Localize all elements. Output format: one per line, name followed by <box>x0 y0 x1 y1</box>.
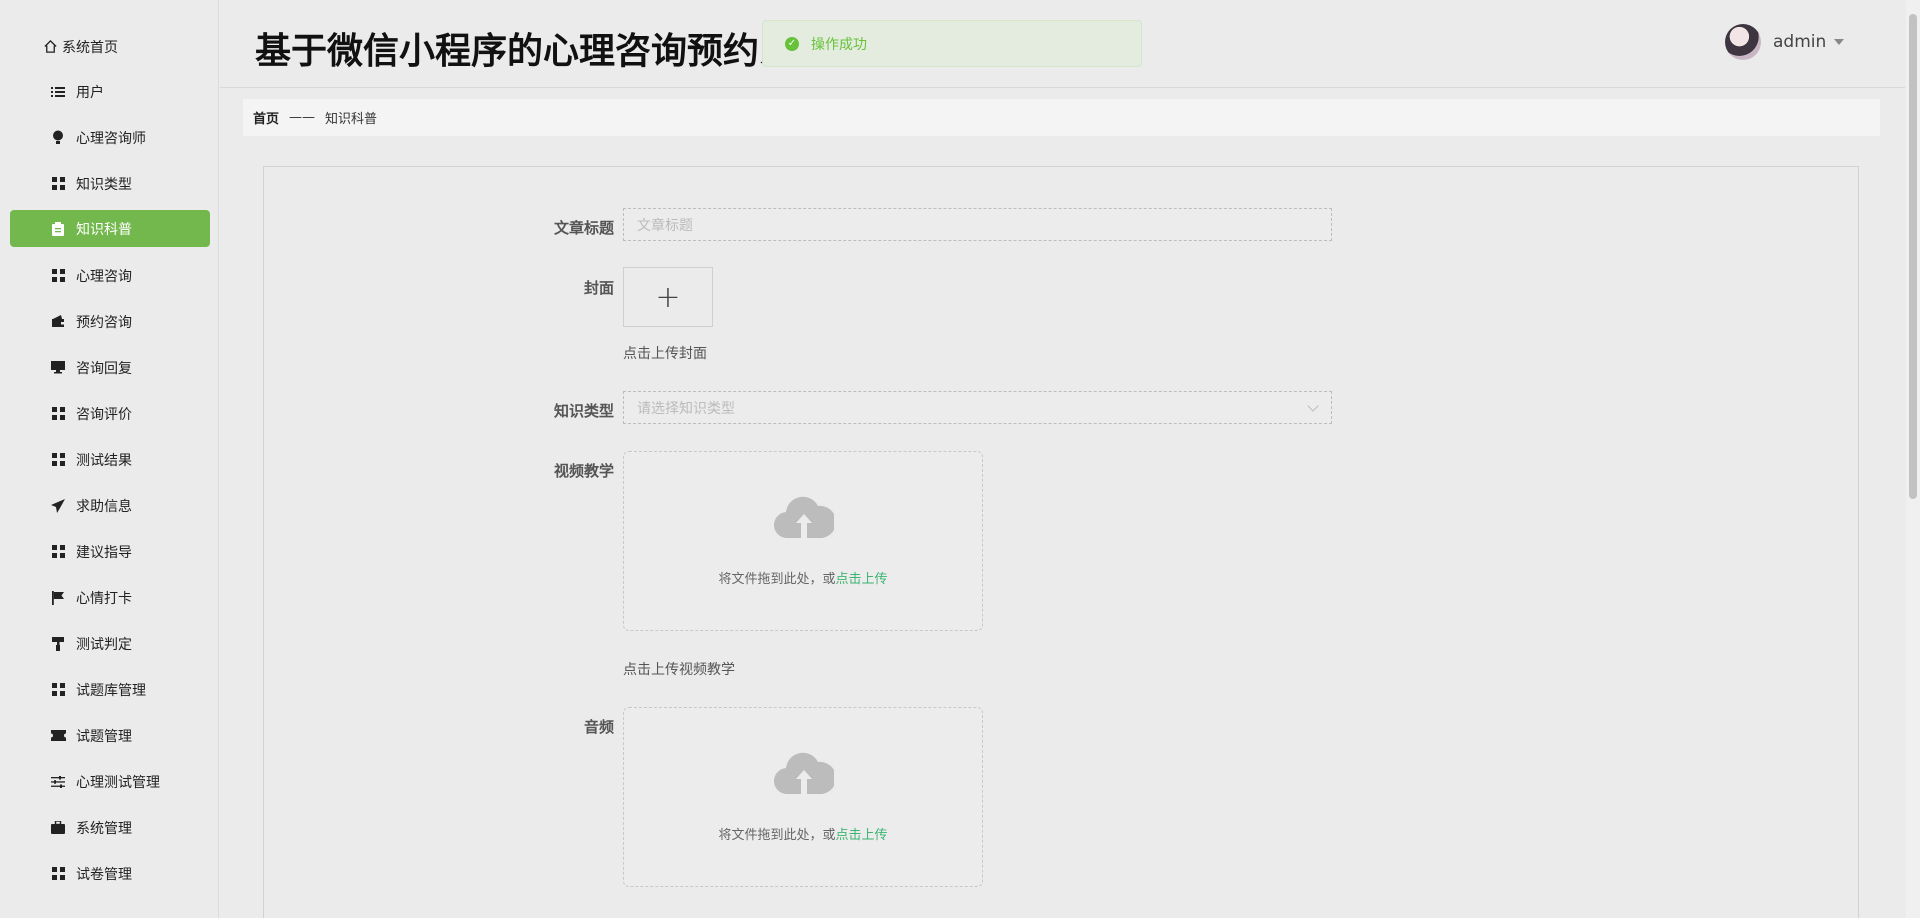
sidebar-item-label: 心理咨询 <box>76 268 132 285</box>
sidebar-item-label: 心理咨询师 <box>76 130 146 147</box>
cloud-upload-icon <box>774 752 834 795</box>
sidebar-item-judgement[interactable]: 测试判定 <box>10 625 210 662</box>
success-toast: ✓ 操作成功 <box>762 20 1142 67</box>
sidebar-item-label: 系统首页 <box>62 39 118 56</box>
sidebar-item-label: 心理测试管理 <box>76 774 160 791</box>
page-scrollbar[interactable] <box>1906 0 1920 918</box>
sidebar-item-label: 测试判定 <box>76 636 132 653</box>
wallet-icon <box>50 314 66 330</box>
sidebar: 系统首页 用户 心理咨询师 知识类型 知识科普 心理咨询 预约咨询 咨询回复 咨… <box>0 0 219 918</box>
sidebar-item-users[interactable]: 用户 <box>10 73 210 110</box>
sidebar-item-knowledge-type[interactable]: 知识类型 <box>10 165 210 202</box>
flag-icon <box>50 590 66 606</box>
clipboard-icon <box>50 221 66 237</box>
cover-upload-button[interactable]: + <box>623 267 713 327</box>
sidebar-item-psych-test[interactable]: 心理测试管理 <box>10 763 210 800</box>
sidebar-item-help[interactable]: 求助信息 <box>10 487 210 524</box>
send-icon <box>50 498 66 514</box>
dropzone-text: 将文件拖到此处，或点击上传 <box>624 824 982 843</box>
video-upload-link[interactable]: 点击上传 <box>836 572 888 587</box>
top-header: 基于微信小程序的心理咨询预约系统 ✓ 操作成功 admin <box>220 0 1905 88</box>
sidebar-item-label: 咨询回复 <box>76 360 132 377</box>
audio-dropzone[interactable]: 将文件拖到此处，或点击上传 <box>623 707 983 887</box>
sidebar-item-label: 预约咨询 <box>76 314 132 331</box>
dropzone-instruction: 将文件拖到此处，或 <box>718 572 836 587</box>
video-label: 视频教学 <box>553 462 614 480</box>
sliders-icon <box>50 774 66 790</box>
page-title: 基于微信小程序的心理咨询预约系统 <box>255 31 795 72</box>
sidebar-item-mood[interactable]: 心情打卡 <box>10 579 210 616</box>
sidebar-item-label: 心情打卡 <box>76 590 132 607</box>
sidebar-item-knowledge-science[interactable]: 知识科普 <box>10 210 210 247</box>
grid-icon <box>50 544 66 560</box>
sidebar-item-suggestion[interactable]: 建议指导 <box>10 533 210 570</box>
title-label: 文章标题 <box>553 219 614 237</box>
video-dropzone[interactable]: 将文件拖到此处，或点击上传 <box>623 451 983 631</box>
cover-hint: 点击上传封面 <box>623 346 707 362</box>
toast-message: 操作成功 <box>811 36 867 53</box>
sidebar-item-system[interactable]: 系统管理 <box>10 809 210 846</box>
dropzone-instruction: 将文件拖到此处，或 <box>718 828 836 843</box>
avatar[interactable] <box>1725 24 1761 60</box>
list-icon <box>50 84 66 100</box>
scrollbar-thumb[interactable] <box>1909 14 1917 499</box>
audio-upload-link[interactable]: 点击上传 <box>836 828 888 843</box>
knowledge-type-select[interactable]: 请选择知识类型 <box>623 391 1332 424</box>
briefcase-icon <box>50 820 66 836</box>
sidebar-item-reply[interactable]: 咨询回复 <box>10 349 210 386</box>
sidebar-item-label: 知识科普 <box>76 221 132 238</box>
sidebar-item-appointment[interactable]: 预约咨询 <box>10 303 210 340</box>
chevron-down-icon <box>1307 400 1319 412</box>
grid-icon <box>50 176 66 192</box>
form-panel <box>263 166 1859 918</box>
sidebar-item-evaluation[interactable]: 咨询评价 <box>10 395 210 432</box>
grid-icon <box>50 866 66 882</box>
paint-roller-icon <box>50 636 66 652</box>
type-label: 知识类型 <box>553 402 614 420</box>
breadcrumb-current: 知识科普 <box>325 112 378 127</box>
sidebar-item-label: 测试结果 <box>76 452 132 469</box>
sidebar-item-label: 试题管理 <box>76 728 132 745</box>
title-input[interactable]: 文章标题 <box>623 208 1332 241</box>
ticket-icon <box>50 728 66 744</box>
grid-icon <box>50 682 66 698</box>
video-hint: 点击上传视频教学 <box>623 662 735 678</box>
sidebar-item-test-result[interactable]: 测试结果 <box>10 441 210 478</box>
breadcrumb: 首页 —— 知识科普 <box>243 99 1880 136</box>
sidebar-item-label: 知识类型 <box>76 176 132 193</box>
user-menu[interactable]: admin <box>1725 24 1845 60</box>
sidebar-item-label: 用户 <box>76 84 104 101</box>
grid-icon <box>50 406 66 422</box>
sidebar-item-label: 试题库管理 <box>76 682 146 699</box>
sidebar-item-consult[interactable]: 心理咨询 <box>10 257 210 294</box>
plus-icon: + <box>655 279 681 315</box>
grid-icon <box>50 268 66 284</box>
cover-label: 封面 <box>583 279 614 297</box>
monitor-icon <box>50 360 66 376</box>
sidebar-item-label: 系统管理 <box>76 820 132 837</box>
bulb-icon <box>50 130 66 146</box>
sidebar-item-question-bank[interactable]: 试题库管理 <box>10 671 210 708</box>
sidebar-item-questions[interactable]: 试题管理 <box>10 717 210 754</box>
sidebar-item-counselor[interactable]: 心理咨询师 <box>10 119 210 156</box>
sidebar-item-exam-paper[interactable]: 试卷管理 <box>10 855 210 892</box>
home-icon <box>42 39 58 55</box>
sidebar-item-label: 试卷管理 <box>76 866 132 883</box>
caret-down-icon[interactable] <box>1834 39 1845 45</box>
sidebar-item-home[interactable]: 系统首页 <box>10 28 210 65</box>
select-placeholder: 请选择知识类型 <box>637 400 735 417</box>
audio-label: 音频 <box>583 718 614 736</box>
breadcrumb-home[interactable]: 首页 <box>253 108 279 127</box>
grid-icon <box>50 452 66 468</box>
username[interactable]: admin <box>1773 32 1826 52</box>
check-circle-icon: ✓ <box>785 36 799 51</box>
cloud-upload-icon <box>774 496 834 539</box>
breadcrumb-separator: —— <box>289 110 316 125</box>
sidebar-item-label: 咨询评价 <box>76 406 132 423</box>
sidebar-item-label: 求助信息 <box>76 498 132 515</box>
sidebar-item-label: 建议指导 <box>76 544 132 561</box>
dropzone-text: 将文件拖到此处，或点击上传 <box>624 568 982 587</box>
